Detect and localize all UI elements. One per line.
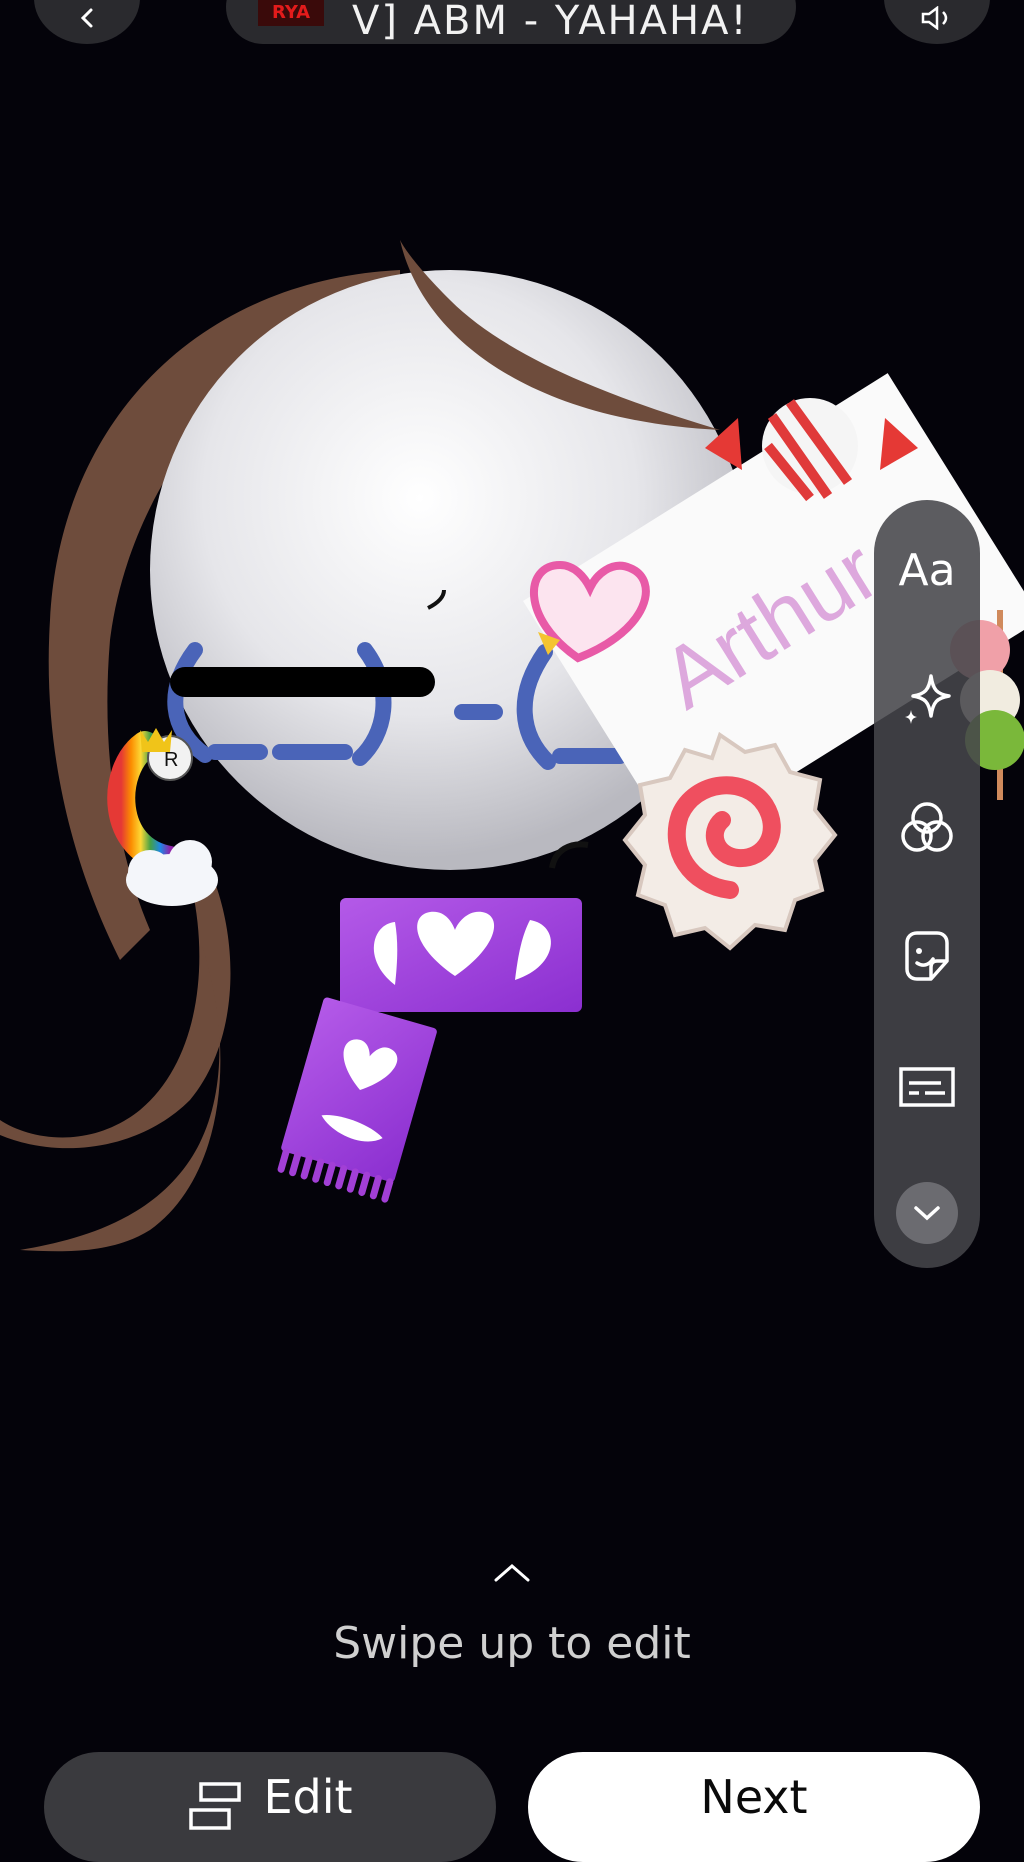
- music-selector[interactable]: RYA V] ABM - YAHAHA!: [226, 0, 796, 44]
- chevron-down-icon: [914, 1206, 940, 1221]
- editing-tool-rail: Aa: [874, 500, 980, 1268]
- effects-tool-button[interactable]: [874, 658, 980, 738]
- text-tool-label: Aa: [898, 544, 956, 596]
- chevron-up-icon: [494, 1564, 530, 1582]
- next-button-label: Next: [700, 1770, 808, 1824]
- svg-text:R: R: [164, 749, 178, 771]
- edit-layout-icon: [189, 1782, 242, 1830]
- sticker-icon: [905, 931, 949, 981]
- filters-tool-button[interactable]: [874, 788, 980, 868]
- edit-button-label: Edit: [263, 1770, 353, 1824]
- story-canvas: Arthur R: [0, 240, 1024, 1252]
- captions-icon: [899, 1067, 955, 1107]
- next-button[interactable]: Next: [528, 1752, 980, 1862]
- music-title: V] ABM - YAHAHA!: [352, 0, 749, 44]
- edit-button[interactable]: Edit: [44, 1752, 496, 1862]
- text-tool-button[interactable]: Aa: [874, 530, 980, 610]
- filters-icon: [901, 802, 953, 852]
- stickers-tool-button[interactable]: [874, 917, 980, 997]
- more-tools-button[interactable]: [896, 1182, 958, 1244]
- captions-tool-button[interactable]: [874, 1047, 980, 1127]
- swipe-up-hint: Swipe up to edit: [333, 1618, 691, 1669]
- speaker-icon: [921, 6, 948, 30]
- scarf-sticker: [277, 898, 582, 1203]
- music-cover-art: RYA: [258, 0, 324, 26]
- sparkle-icon: [905, 674, 951, 724]
- back-icon: [80, 8, 93, 28]
